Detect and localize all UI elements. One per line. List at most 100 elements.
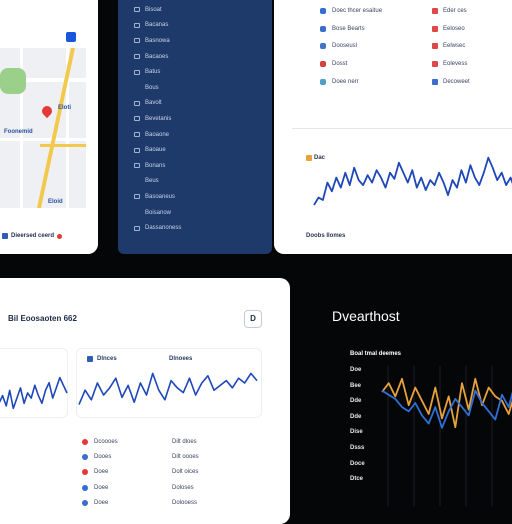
data-table: Dcoooes Dilt dloes Dooes Dilt oooes Doee Dolt… <box>82 434 262 511</box>
panel-title: Bil Eoosaoten 662 <box>8 314 77 323</box>
axis-tick-label: Dde <box>350 398 362 405</box>
sidebar-item-label: Baoaone <box>145 131 170 138</box>
row-value: Eelwsec <box>443 43 466 50</box>
map-panel: Eloti Foonemid Eloid Dieersed ceerd <box>0 0 98 254</box>
row-icon <box>320 61 326 68</box>
row-value: Eeloseo <box>443 25 465 32</box>
status-dot-icon <box>82 469 88 476</box>
stats-panel: Doec thcer esaitue Eder ces Bose Bearts Eel… <box>274 0 512 254</box>
chart-caption: Dac <box>314 155 326 161</box>
row-label: Bose Bearts <box>332 25 365 32</box>
series-line <box>0 376 68 410</box>
sidebar-item[interactable]: Basnowa <box>134 33 181 49</box>
cell-value: Dolooess <box>172 500 198 507</box>
sidebar-item[interactable]: Basoaneus <box>134 189 181 205</box>
stats-row[interactable]: Dooseusl Eelwsec <box>320 38 496 56</box>
sidebar-item-icon <box>134 54 140 60</box>
alert-dot-icon <box>57 233 63 239</box>
sidebar-item-icon <box>134 147 140 153</box>
sidebar-item-label: Bacaoes <box>145 53 169 60</box>
map-pin-icon[interactable] <box>39 103 55 119</box>
card-title: Dlnces <box>97 356 117 362</box>
map-footer-label: Dieersed ceerd <box>11 233 55 239</box>
status-dot-icon <box>82 500 88 507</box>
row-icon <box>320 79 326 86</box>
sidebar-item[interactable]: Bevetanis <box>134 111 181 127</box>
row-value: Eder ces <box>443 7 467 14</box>
panel-footer-label[interactable]: Doobs Ilomes <box>306 232 345 240</box>
table-row[interactable]: Doee Dolt oices <box>82 465 262 480</box>
sidebar-item-label: Bisoat <box>145 6 162 13</box>
axis-tick-label: Bee <box>350 382 362 389</box>
cell-name: Dcoooes <box>94 438 118 445</box>
series-line <box>78 372 258 405</box>
map-view[interactable]: Eloti Foonemid Eloid <box>0 48 86 208</box>
axis-tick-label: Dise <box>350 429 363 436</box>
chart-card-b[interactable]: Dlnces Dlnoees <box>76 348 262 418</box>
sidebar-item-icon <box>134 194 140 200</box>
table-row[interactable]: Doee Dolooess <box>82 496 262 511</box>
sidebar-item[interactable]: Bonans <box>134 158 181 174</box>
sidebar-item-icon <box>134 22 140 28</box>
chart-card-a[interactable] <box>0 348 68 418</box>
cell-value: Dolt oices <box>172 469 199 476</box>
sidebar-item[interactable]: Bisoat <box>134 2 181 18</box>
row-icon <box>320 25 326 32</box>
sidebar-item-icon <box>134 69 140 75</box>
cell-name: Dooes <box>94 454 112 461</box>
sidebar-item[interactable]: Boisanow <box>134 205 181 221</box>
navigation-sidebar: Bisoat Bacanas Basnowa Bacaoes Batus Bous Bavo… <box>118 0 272 254</box>
report-panel: Bil Eoosaoten 662 D Dlnces Dlnoees Dcooo… <box>0 278 290 524</box>
row-status-icon <box>432 43 438 50</box>
axis-tick-label: Doe <box>350 367 362 373</box>
status-dot-icon <box>82 454 88 461</box>
table-row[interactable]: Dooes Dilt oooes <box>82 449 262 464</box>
sidebar-item[interactable]: Batus <box>134 64 181 80</box>
map-label: Eloti <box>58 105 71 111</box>
sidebar-item-icon <box>134 132 140 138</box>
panel-subtitle: Boal tmal deemes <box>350 351 402 357</box>
sidebar-item[interactable]: Baoaue <box>134 142 181 158</box>
cell-name: Doee <box>94 484 109 491</box>
cell-name: Doee <box>94 500 109 507</box>
axis-tick-label: Doce <box>350 460 365 467</box>
sidebar-item-icon <box>134 163 140 169</box>
stats-row[interactable]: Dosst Eolevess <box>320 55 496 73</box>
sidebar-item[interactable]: Bous <box>134 80 181 96</box>
sidebar-item[interactable]: Bacaoes <box>134 49 181 65</box>
sidebar-item-icon <box>134 210 140 215</box>
sidebar-item[interactable]: Baoaone <box>134 127 181 143</box>
cell-value: Dilt oooes <box>172 454 199 461</box>
sidebar-item[interactable]: Bavolt <box>134 96 181 112</box>
row-label: Doec thcer esaitue <box>332 7 383 14</box>
table-row[interactable]: Doee Doloses <box>82 480 262 495</box>
sidebar-item-label: Bonans <box>145 162 166 169</box>
panel-action-button[interactable]: D <box>244 310 262 328</box>
cell-value: Doloses <box>172 484 194 491</box>
stats-row[interactable]: Doee nerr Decoweet <box>320 73 496 91</box>
sidebar-item[interactable]: Dassanoness <box>134 220 181 236</box>
map-footer[interactable]: Dieersed ceerd <box>2 232 63 240</box>
stats-row[interactable]: Doec thcer esaitue Eder ces <box>320 2 496 20</box>
dark-dashboard-panel: Dvearthost Boal tmal deemes Doe Bee Dde Dde… <box>322 292 512 522</box>
panel-title: Dvearthost <box>332 308 400 324</box>
row-status-icon <box>432 25 438 32</box>
sidebar-item-icon <box>134 100 140 106</box>
axis-labels: Doe Bee Dde Dde Dise Dsss Doce Dtce <box>350 366 365 491</box>
axis-tick-label: Dsss <box>350 444 365 451</box>
cell-value: Dilt dloes <box>172 438 197 445</box>
sidebar-item-label: Bevetanis <box>145 115 172 122</box>
table-row[interactable]: Dcoooes Dilt dloes <box>82 434 262 449</box>
sidebar-item-label: Beus <box>145 178 159 185</box>
stats-row[interactable]: Bose Bearts Eeloseo <box>320 20 496 38</box>
sidebar-item[interactable]: Bacanas <box>134 18 181 34</box>
row-label: Dooseusl <box>332 43 358 50</box>
sidebar-item-label: Dassanoness <box>145 225 182 232</box>
map-layer-button[interactable] <box>66 32 76 42</box>
card-icon <box>87 356 93 362</box>
divider <box>292 128 512 129</box>
sidebar-item[interactable]: Beus <box>134 174 181 190</box>
card-title: Dlnoees <box>169 356 193 362</box>
sidebar-item-icon <box>134 116 140 122</box>
mini-line-chart <box>0 376 68 410</box>
